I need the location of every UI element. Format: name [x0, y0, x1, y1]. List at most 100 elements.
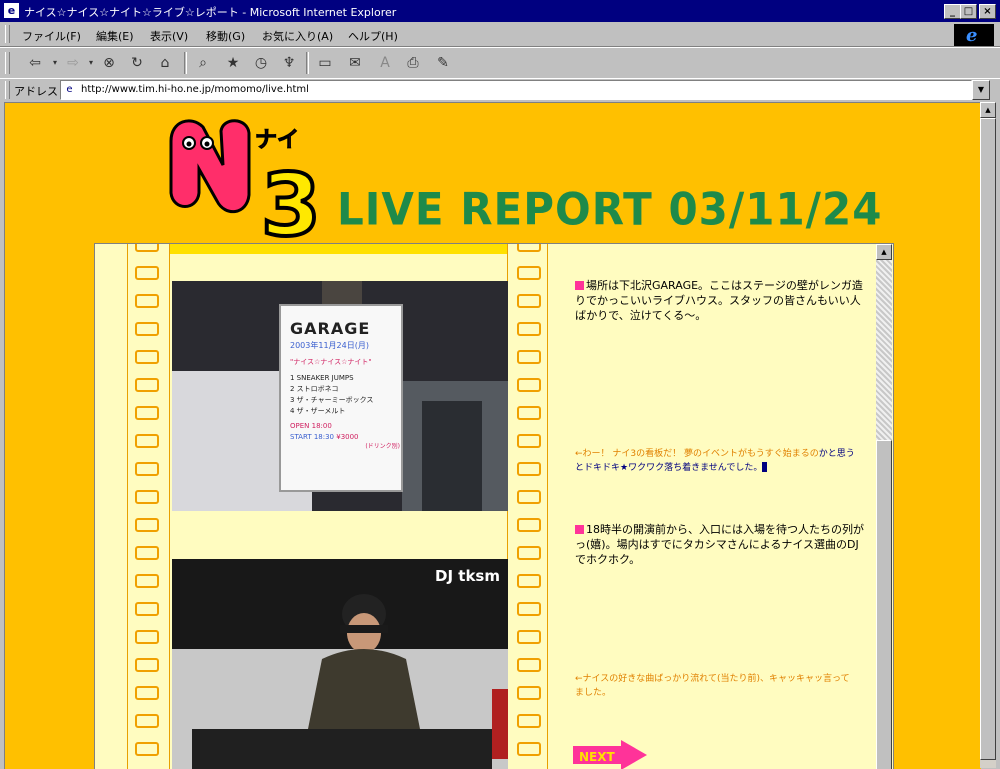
bullet-square-icon	[575, 525, 584, 534]
page-scroll-up-arrow-icon[interactable]: ▲	[980, 102, 996, 118]
next-button[interactable]: NEXT	[573, 740, 647, 769]
title-bar: e ナイス☆ナイス☆ナイト☆ライブ☆レポート - Microsoft Inter…	[0, 0, 1000, 22]
sprocket-hole	[517, 350, 541, 364]
font-size-icon[interactable]: A	[374, 53, 396, 73]
sign-start: START 18:30 ¥3000	[290, 433, 400, 441]
sign-lineup-item: 1 SNEAKER JUMPS	[290, 374, 354, 382]
sign-lineup-item: 3 ザ・チャーミーボックス	[290, 396, 374, 404]
sprocket-hole	[517, 546, 541, 560]
report-frame: GARAGE 2003年11月24日(月) "ナイス☆ナイス☆ナイト" 1 SN…	[94, 243, 894, 769]
address-dropdown-button[interactable]: ▼	[972, 80, 990, 100]
scrollbar-thumb[interactable]	[876, 440, 892, 769]
address-input[interactable]: e http://www.tim.hi-ho.ne.jp/momomo/live…	[60, 80, 972, 100]
sign-lineup-item: 2 ストロボネコ	[290, 385, 339, 393]
fullscreen-icon[interactable]: ▭	[314, 53, 336, 73]
toolbar-grip[interactable]	[5, 52, 10, 74]
back-icon[interactable]: ⇦	[24, 53, 46, 73]
sprocket-hole	[135, 574, 159, 588]
sprocket-hole	[517, 630, 541, 644]
history-icon[interactable]: ◷	[250, 53, 272, 73]
minimize-button[interactable]: _	[944, 4, 961, 19]
entry-2-note: ←ナイスの好きな曲ばっかり流れて(当たり前)、キャッキャッ言ってました。	[575, 674, 850, 698]
dj-photo-art	[172, 559, 508, 769]
address-bar: アドレス e http://www.tim.hi-ho.ne.jp/momomo…	[0, 78, 1000, 101]
sign-price-note: (ドリンク別)	[365, 443, 400, 450]
menu-view[interactable]: 表示(V)	[150, 28, 188, 44]
edit-icon[interactable]: ✎	[432, 53, 454, 73]
menu-favorites[interactable]: お気に入り(A)	[262, 28, 333, 44]
print-icon[interactable]: ⎙	[402, 53, 424, 73]
sprocket-hole	[517, 434, 541, 448]
entry-2-text: 18時半の開演前から、入口には入場を待つ人たちの列がっ(嬉)。場内はすでにタカシ…	[575, 522, 865, 567]
close-button[interactable]: ×	[979, 4, 996, 19]
sprocket-hole	[135, 490, 159, 504]
menu-go[interactable]: 移動(G)	[206, 28, 245, 44]
sprocket-hole	[135, 546, 159, 560]
text-cursor	[762, 462, 768, 472]
film-strip: GARAGE 2003年11月24日(月) "ナイス☆ナイス☆ナイト" 1 SN…	[127, 244, 549, 769]
garage-sign: GARAGE 2003年11月24日(月) "ナイス☆ナイス☆ナイト" 1 SN…	[290, 319, 400, 450]
toolbar-separator	[306, 52, 309, 74]
sign-lineup-item: 4 ザ・ザーメルト	[290, 407, 346, 415]
page-scrollbar-thumb[interactable]	[980, 118, 996, 760]
menu-help[interactable]: ヘルプ(H)	[348, 28, 398, 44]
channels-icon[interactable]: ♆	[278, 53, 300, 73]
address-url[interactable]: http://www.tim.hi-ho.ne.jp/momomo/live.h…	[81, 84, 309, 95]
refresh-icon[interactable]: ↻	[126, 53, 148, 73]
sprocket-hole	[135, 350, 159, 364]
sprocket-hole	[135, 602, 159, 616]
favorites-icon[interactable]: ★	[222, 53, 244, 73]
film-top-band	[169, 244, 507, 254]
sign-open: OPEN 18:00	[290, 422, 332, 430]
sprocket-hole	[517, 602, 541, 616]
dj-caption: DJ tksm	[435, 567, 500, 585]
sprocket-hole	[135, 630, 159, 644]
menu-file[interactable]: ファイル(F)	[22, 28, 81, 44]
scroll-up-arrow-icon[interactable]: ▲	[876, 244, 892, 260]
sprocket-hole	[517, 266, 541, 280]
toolbar-separator	[184, 52, 187, 74]
live-report-title: LIVE REPORT 03/11/24	[337, 183, 883, 236]
film-edge-inner-left	[169, 244, 170, 769]
page-viewport: ナイ 3 LIVE REPORT 03/11/24 GARAGE 2003年11…	[4, 102, 981, 769]
sprocket-hole	[517, 294, 541, 308]
sprocket-hole	[135, 378, 159, 392]
sprocket-hole	[135, 266, 159, 280]
sprocket-hole	[517, 378, 541, 392]
mail-icon[interactable]: ✉	[344, 53, 366, 73]
sprocket-hole	[135, 244, 159, 252]
sprocket-hole	[135, 294, 159, 308]
address-label: アドレス	[14, 85, 58, 98]
sprocket-hole	[517, 244, 541, 252]
sprocket-hole	[135, 686, 159, 700]
search-icon[interactable]: ⌕	[192, 53, 214, 73]
next-label[interactable]: NEXT	[579, 750, 615, 764]
sign-start-time: START 18:30	[290, 433, 334, 441]
maximize-button[interactable]: □	[960, 4, 977, 19]
ie-logo-icon: e	[966, 25, 978, 46]
sign-price: ¥3000	[336, 433, 359, 441]
sprocket-hole	[135, 714, 159, 728]
ie-page-icon[interactable]: e	[4, 3, 19, 18]
addressbar-grip[interactable]	[5, 81, 10, 99]
home-icon[interactable]: ⌂	[154, 53, 176, 73]
menu-edit[interactable]: 編集(E)	[96, 28, 134, 44]
page-scrollbar[interactable]: ▲	[980, 102, 996, 768]
menubar-grip[interactable]	[5, 25, 10, 43]
sprocket-hole	[517, 742, 541, 756]
frame-scrollbar[interactable]: ▲	[876, 244, 892, 769]
stop-icon[interactable]: ⊗	[98, 53, 120, 73]
sprocket-hole	[135, 462, 159, 476]
sprocket-hole	[517, 686, 541, 700]
sprocket-hole	[517, 490, 541, 504]
scrollbar-track[interactable]	[876, 260, 892, 440]
window-title: ナイス☆ナイス☆ナイト☆ライブ☆レポート - Microsoft Interne…	[24, 6, 397, 19]
sign-event: "ナイス☆ナイス☆ナイト"	[290, 358, 372, 366]
bullet-square-icon	[575, 281, 584, 290]
toolbar: ⇦ ▾ ⇨ ▾ ⊗ ↻ ⌂ ⌕ ★ ◷ ♆ ▭ ✉ A ⎙ ✎	[0, 47, 1000, 79]
logo-n-shape	[169, 119, 251, 213]
entry-1-body: 場所は下北沢GARAGE。ここはステージの壁がレンガ造りでかっこいいライブハウス…	[575, 279, 863, 322]
photo-garage-sign: GARAGE 2003年11月24日(月) "ナイス☆ナイス☆ナイト" 1 SN…	[172, 281, 508, 511]
sprocket-hole	[135, 434, 159, 448]
sprocket-hole	[517, 714, 541, 728]
